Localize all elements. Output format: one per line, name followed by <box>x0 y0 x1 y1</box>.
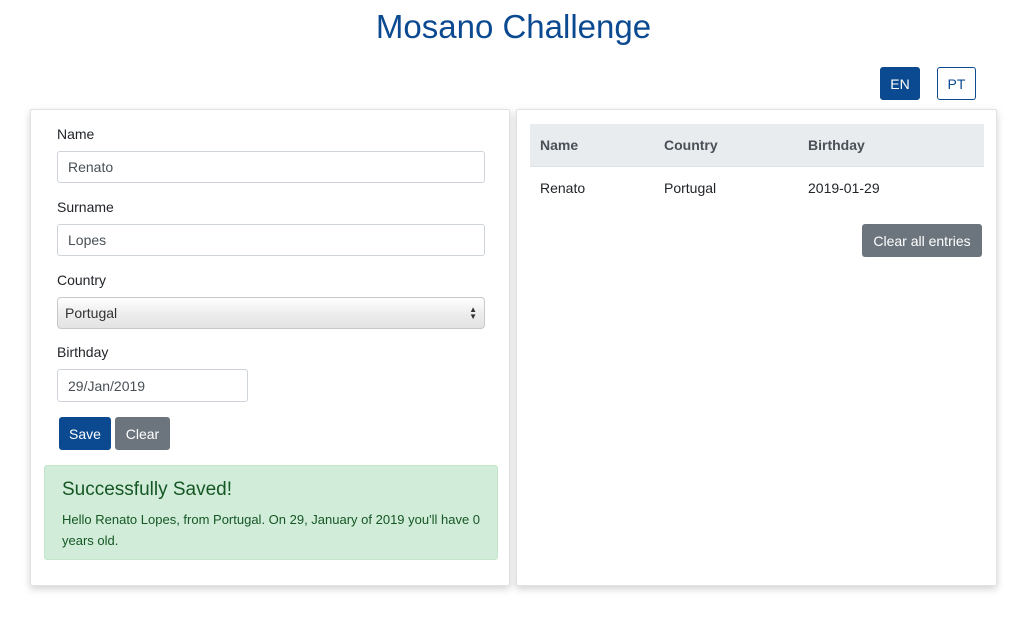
column-header-name: Name <box>530 124 654 167</box>
language-en-button[interactable]: EN <box>880 67 920 100</box>
column-header-country: Country <box>654 124 798 167</box>
surname-label: Surname <box>57 199 114 215</box>
select-arrows-icon: ▲ ▼ <box>469 305 477 321</box>
language-pt-button[interactable]: PT <box>937 67 976 100</box>
alert-message: Hello Renato Lopes, from Portugal. On 29… <box>62 512 481 548</box>
country-label: Country <box>57 272 107 288</box>
birthday-label: Birthday <box>57 344 109 360</box>
clear-all-entries-button[interactable]: Clear all entries <box>862 224 982 257</box>
table-header-row: Name Country Birthday <box>530 124 984 167</box>
entries-table: Name Country Birthday Renato Portugal 20… <box>530 124 984 209</box>
page-title: Mosano Challenge <box>375 8 652 45</box>
page: Mosano Challenge EN PT Name Surname Coun… <box>0 0 1027 621</box>
cell-name: Renato <box>540 180 586 196</box>
table-row: Renato Portugal 2019-01-29 <box>530 167 984 210</box>
name-input[interactable] <box>57 151 485 183</box>
form-card: Name Surname Country Portugal ▲▼ Birthda… <box>30 109 510 586</box>
surname-input[interactable] <box>57 224 485 256</box>
cell-country: Portugal <box>664 180 717 196</box>
alert-heading: Successfully Saved! <box>62 479 233 500</box>
name-label: Name <box>57 126 95 142</box>
column-header-birthday: Birthday <box>798 124 984 167</box>
cell-birthday: 2019-01-29 <box>808 180 880 196</box>
save-button[interactable]: Save <box>59 417 111 450</box>
entries-card: Name Country Birthday Renato Portugal 20… <box>516 109 997 586</box>
country-select[interactable]: Portugal ▲ ▼ <box>57 297 485 329</box>
clear-button[interactable]: Clear <box>115 417 170 450</box>
success-alert: Successfully Saved! Hello Renato Lopes, … <box>44 465 498 560</box>
country-select-value: Portugal <box>65 305 118 321</box>
birthday-input[interactable] <box>57 369 248 402</box>
